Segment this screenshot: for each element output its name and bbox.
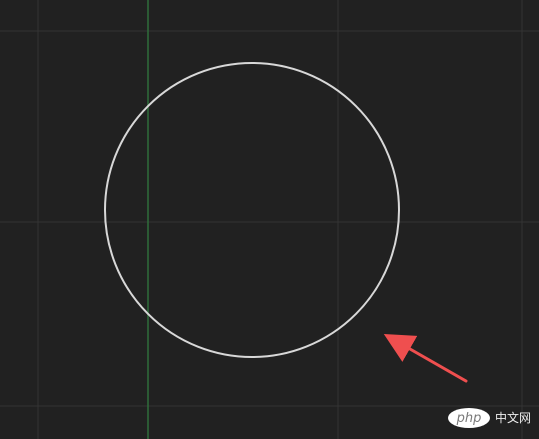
php-logo: php [447, 408, 490, 428]
cad-canvas[interactable] [0, 0, 539, 439]
drawing-viewport[interactable]: php 中文网 [0, 0, 539, 439]
canvas-background [0, 0, 539, 439]
watermark: php 中文网 [429, 397, 539, 439]
watermark-site-name: 中文网 [494, 411, 531, 425]
